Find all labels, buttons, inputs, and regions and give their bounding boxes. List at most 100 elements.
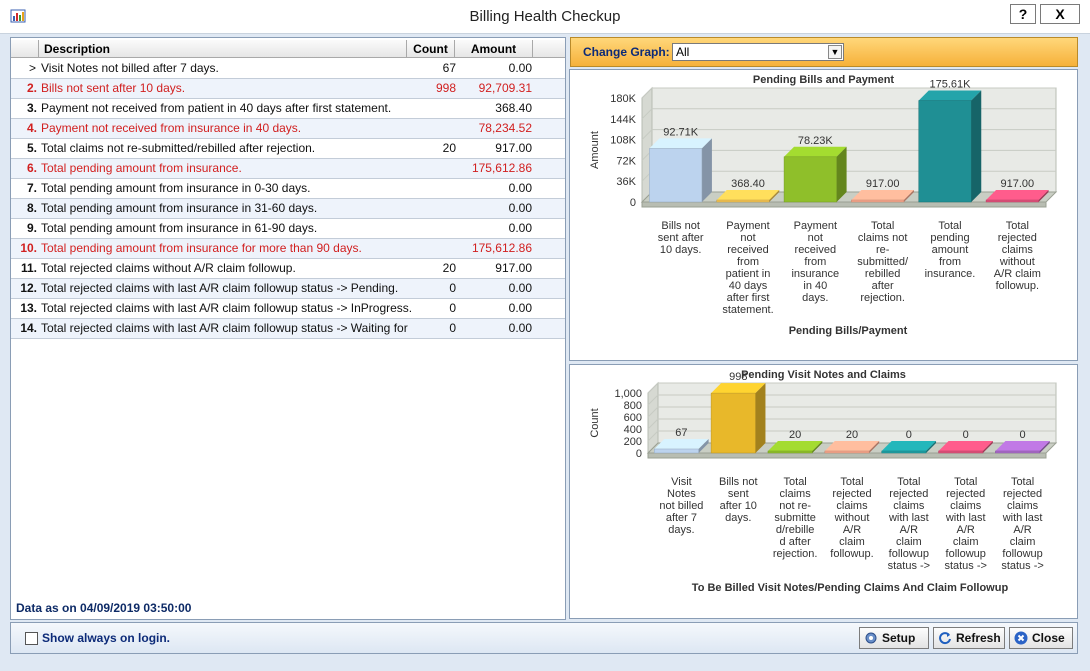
row-description: Total pending amount from insurance in 0…	[41, 181, 311, 195]
data-label: 78.23K	[798, 135, 834, 147]
category-label: rejection.	[860, 292, 905, 304]
table-row[interactable]: 2. Bills not sent after 10 days. 998 92,709…	[11, 79, 565, 99]
category-label: 10 days.	[660, 244, 702, 256]
category-label: received	[727, 244, 769, 256]
row-description: Total rejected claims with last A/R clai…	[41, 301, 411, 315]
close-button[interactable]: Close	[1009, 627, 1073, 649]
table-row[interactable]: 12. Total rejected claims with last A/R c…	[11, 279, 565, 299]
category-label: claims	[950, 500, 982, 512]
bar-top	[716, 190, 780, 200]
plot-floor-edge	[647, 452, 1047, 459]
grid-header: Description Count Amount	[11, 40, 565, 58]
category-label: Total	[938, 220, 961, 232]
change-graph-label: Change Graph:	[583, 45, 670, 59]
help-button[interactable]: ?	[1010, 4, 1036, 24]
table-row[interactable]: 4. Payment not received from insurance in…	[11, 119, 565, 139]
table-row[interactable]: 14. Total rejected claims with last A/R c…	[11, 319, 565, 339]
x-axis-label: To Be Billed Visit Notes/Pending Claims …	[692, 582, 1009, 594]
category-label: followup	[889, 548, 929, 560]
category-label: not	[808, 232, 823, 244]
category-label: with last	[945, 512, 986, 524]
table-row[interactable]: 13. Total rejected claims with last A/R c…	[11, 299, 565, 319]
refresh-icon	[939, 632, 951, 645]
category-label: Total	[897, 476, 920, 488]
row-description: Bills not sent after 10 days.	[41, 81, 186, 95]
column-header-description[interactable]: Description	[39, 40, 407, 58]
window-close-button[interactable]: X	[1040, 4, 1080, 24]
data-label: 917.00	[866, 178, 900, 190]
row-amount: 175,612.86	[471, 161, 532, 175]
y-tick-label: 144K	[610, 114, 636, 126]
bar	[985, 190, 1049, 203]
category-label: sent after	[658, 232, 704, 244]
bar-front	[995, 450, 1040, 454]
table-row[interactable]: 9. Total pending amount from insurance in…	[11, 219, 565, 239]
category-label: claim	[1010, 536, 1036, 548]
category-label: Total	[840, 476, 863, 488]
category-label: claims	[893, 500, 925, 512]
row-amount: 368.40	[495, 101, 532, 115]
chevron-down-icon[interactable]: ▼	[828, 45, 842, 59]
category-label: without	[999, 256, 1035, 268]
data-label: 368.40	[731, 178, 765, 190]
row-number: 12.	[20, 281, 37, 295]
refresh-button[interactable]: Refresh	[933, 627, 1005, 649]
change-graph-select[interactable]: All ▼	[672, 43, 844, 61]
category-label: days.	[725, 512, 751, 524]
category-label: status ->	[944, 560, 987, 572]
close-icon	[1014, 631, 1028, 645]
y-tick-label: 36K	[616, 176, 636, 188]
row-count: 20	[442, 141, 456, 155]
show-always-checkbox[interactable]	[25, 632, 38, 645]
category-label: from	[939, 256, 961, 268]
grid-header-indicator	[11, 40, 39, 58]
column-header-amount[interactable]: Amount	[455, 40, 533, 58]
table-row[interactable]: > Visit Notes not billed after 7 days. 67 0…	[11, 59, 565, 79]
table-row[interactable]: 11. Total rejected claims without A/R cla…	[11, 259, 565, 279]
bar	[710, 383, 766, 454]
bar	[649, 138, 712, 203]
row-number: 14.	[20, 321, 37, 335]
column-header-count[interactable]: Count	[407, 40, 455, 58]
window-title: Billing Health Checkup	[469, 8, 621, 25]
table-row[interactable]: 5. Total claims not re-submitted/rebilled…	[11, 139, 565, 159]
bar-top	[851, 190, 914, 200]
y-tick-label: 0	[636, 448, 642, 460]
row-description: Total pending amount from insurance.	[41, 161, 242, 175]
category-label: with last	[888, 512, 929, 524]
row-count: 67	[442, 61, 456, 75]
category-label: d after	[780, 536, 812, 548]
setup-button-label: Setup	[882, 631, 916, 645]
category-label: A/R claim	[994, 268, 1041, 280]
row-amount: 0.00	[508, 301, 532, 315]
status-strip	[0, 656, 1090, 671]
category-label: Total	[1011, 476, 1034, 488]
y-tick-label: 180K	[610, 93, 636, 105]
bar-front	[783, 156, 837, 203]
category-label: rebilled	[865, 268, 900, 280]
setup-button[interactable]: Setup	[859, 627, 929, 649]
category-label: A/R	[957, 524, 975, 536]
row-count: 998	[435, 81, 456, 95]
y-tick-label: 800	[624, 400, 642, 412]
row-amount: 78,234.52	[478, 121, 532, 135]
category-label: Notes	[667, 488, 696, 500]
show-always-label[interactable]: Show always on login.	[42, 631, 170, 645]
chart-title: Pending Visit Notes and Claims	[741, 369, 906, 381]
table-row[interactable]: 3. Payment not received from patient in 4…	[11, 99, 565, 119]
category-label: insurance.	[925, 268, 976, 280]
category-label: Payment	[794, 220, 837, 232]
row-number: 8.	[26, 201, 37, 215]
category-label: from	[737, 256, 759, 268]
table-row[interactable]: 7. Total pending amount from insurance in…	[11, 179, 565, 199]
bar-front	[649, 148, 703, 203]
data-label: 67	[675, 427, 687, 439]
table-row[interactable]: 10. Total pending amount from insurance f…	[11, 239, 565, 259]
table-row[interactable]: 8. Total pending amount from insurance in…	[11, 199, 565, 219]
table-row[interactable]: 6. Total pending amount from insurance. 17…	[11, 159, 565, 179]
row-description: Payment not received from patient in 40 …	[41, 101, 392, 115]
category-label: received	[795, 244, 837, 256]
category-label: with last	[1002, 512, 1043, 524]
row-count: 0	[449, 281, 456, 295]
row-number: 6.	[26, 161, 37, 175]
